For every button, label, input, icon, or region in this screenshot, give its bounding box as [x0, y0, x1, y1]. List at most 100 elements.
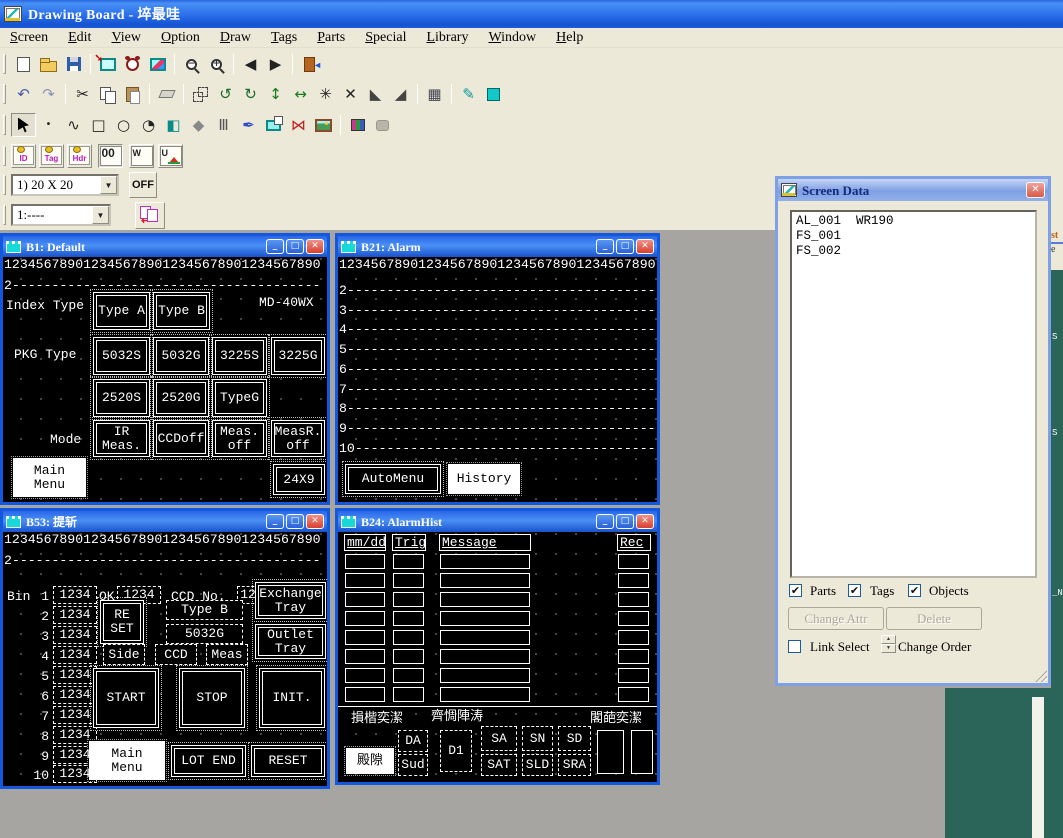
screen-copy-button[interactable] — [261, 113, 286, 137]
screen-data-close-button[interactable]: ✕ — [1026, 182, 1045, 198]
main-menu-button[interactable]: Main Menu — [13, 458, 86, 497]
pkg-2520g-button[interactable]: 2520G — [153, 379, 209, 417]
mode-measr-off-button[interactable]: MeasR. off — [271, 420, 325, 457]
objects-checkbox[interactable]: ✔ — [908, 584, 921, 597]
history-button[interactable]: History — [448, 464, 520, 494]
delete-button[interactable]: Delete — [886, 607, 982, 630]
save-button[interactable] — [61, 52, 86, 76]
corner-tool-a-button[interactable]: ◣ — [363, 82, 388, 106]
polygon-tool-button[interactable]: ◆ — [186, 113, 211, 137]
pkg-2520s-button[interactable]: 2520S — [93, 379, 150, 417]
menu-option[interactable]: Option — [151, 29, 210, 47]
mirror-vertical-button[interactable]: ↕ — [263, 82, 288, 106]
b24-maximize-button[interactable]: □ — [616, 514, 634, 529]
pkg-3225g-button[interactable]: 3225G — [271, 337, 325, 375]
duplicate-button[interactable] — [188, 82, 213, 106]
b21-close-button[interactable]: ✕ — [636, 239, 654, 254]
white-cjk-button[interactable]: 殿隙 — [346, 748, 394, 774]
sd-button[interactable]: SD — [558, 726, 591, 751]
menu-parts[interactable]: Parts — [307, 29, 355, 47]
dot-tool-button[interactable]: • — [36, 113, 61, 137]
sn-button[interactable]: SN — [522, 726, 553, 751]
b21-canvas[interactable]: 1234567890123456789012345678901234567890… — [338, 257, 657, 502]
menu-special[interactable]: Special — [355, 29, 416, 47]
arc-tool-button[interactable]: ◔ — [136, 113, 161, 137]
reset-2line-button[interactable]: RE SET — [100, 600, 144, 644]
bin-value-box[interactable]: 1234 — [53, 706, 97, 724]
mode-ir-meas-button[interactable]: IR Meas. — [93, 420, 150, 457]
list-item[interactable]: FS_001 — [796, 229, 1031, 244]
parts-checkbox[interactable]: ✔ — [789, 584, 802, 597]
sld-button[interactable]: SLD — [522, 754, 553, 776]
snap-off-toggle-button[interactable]: OFF — [129, 172, 157, 198]
menu-draw[interactable]: Draw — [210, 29, 261, 47]
bin-value-box[interactable]: 1234 — [53, 626, 97, 644]
reset-button[interactable]: RESET — [251, 745, 325, 777]
app-titlebar[interactable]: Drawing Board - 埣最哇 — [0, 0, 1063, 28]
fill-tool-button[interactable]: ◧ — [161, 113, 186, 137]
rotate-right-button[interactable]: ↻ — [238, 82, 263, 106]
load-mark-button[interactable]: ⋈ — [286, 113, 311, 137]
tags-checkbox[interactable]: ✔ — [848, 584, 861, 597]
redo-button[interactable]: ↷ — [36, 82, 61, 106]
screen-level-combobox[interactable]: 1:---- ▼ — [11, 204, 111, 226]
b1-canvas[interactable]: 1234567890123456789012345678901234567890… — [3, 257, 327, 502]
select-tool-button[interactable] — [11, 113, 36, 137]
edit-pen-button[interactable]: ✎ — [456, 82, 481, 106]
library-button[interactable] — [345, 113, 370, 137]
exit-button[interactable] — [297, 52, 322, 76]
type-b-box[interactable]: Type B — [166, 600, 243, 620]
b53-titlebar[interactable]: B53: 提斩 _ □ ✕ — [3, 511, 327, 532]
b53-canvas[interactable]: 1234567890123456789012345678901234567890… — [3, 532, 327, 786]
d1-button[interactable]: D1 — [440, 730, 472, 772]
mark-tool-button[interactable]: ✒ — [236, 113, 261, 137]
open-button[interactable] — [36, 52, 61, 76]
main-menu-button[interactable]: Main Menu — [89, 741, 165, 780]
change-screen-order-button[interactable]: ↵ — [135, 202, 165, 229]
grid-toggle-button[interactable]: 00 — [98, 144, 123, 168]
change-order-spinner[interactable]: ▲ ▼ — [881, 635, 896, 653]
menu-tags[interactable]: Tags — [261, 29, 307, 47]
toolbar-grip[interactable] — [3, 205, 6, 225]
sat-button[interactable]: SAT — [481, 754, 517, 776]
screen-combo-dropdown-button[interactable]: ▼ — [92, 206, 109, 224]
b21-titlebar[interactable]: B21: Alarm _ □ ✕ — [338, 236, 657, 257]
5032g-box[interactable]: 5032G — [166, 624, 243, 644]
previous-screen-button[interactable]: ◀ — [238, 52, 263, 76]
exchange-tray-button[interactable]: Exchange Tray — [255, 582, 326, 619]
hdr-pin-button[interactable]: Hdr — [67, 144, 92, 168]
b24x9-button[interactable]: 24X9 — [273, 464, 325, 495]
copy-button[interactable] — [95, 82, 120, 106]
grid-combo-dropdown-button[interactable]: ▼ — [100, 176, 117, 194]
corner-tool-b-button[interactable]: ◢ — [388, 82, 413, 106]
b1-titlebar[interactable]: B1: Default _ □ ✕ — [3, 236, 327, 257]
menu-view[interactable]: View — [101, 29, 151, 47]
change-attr-button[interactable]: Change Attr — [788, 607, 884, 630]
side-button[interactable]: Side — [103, 644, 145, 665]
sud-button[interactable]: Sud — [398, 754, 428, 776]
auto-menu-button[interactable]: AutoMenu — [345, 464, 441, 494]
paste-button[interactable] — [120, 82, 145, 106]
group-button[interactable]: ▦ — [422, 82, 447, 106]
w-mark-button[interactable]: W — [129, 144, 154, 168]
enlarge-button[interactable]: ✕ — [338, 82, 363, 106]
alarm-button[interactable] — [120, 52, 145, 76]
new-screen-button[interactable] — [11, 52, 36, 76]
undo-button[interactable]: ↶ — [11, 82, 36, 106]
b24-close-button[interactable]: ✕ — [636, 514, 654, 529]
link-select-checkbox[interactable] — [788, 640, 801, 653]
start-button[interactable]: START — [93, 668, 159, 728]
pkg-3225s-button[interactable]: 3225S — [212, 337, 267, 375]
da-button[interactable]: DA — [398, 730, 428, 752]
outlet-tray-button[interactable]: Outlet Tray — [255, 624, 326, 659]
mode-meas-off-button[interactable]: Meas. off — [212, 420, 267, 457]
menu-help[interactable]: Help — [546, 29, 593, 47]
image-button[interactable] — [311, 113, 336, 137]
b21-maximize-button[interactable]: □ — [616, 239, 634, 254]
pkg-5032s-button[interactable]: 5032S — [93, 337, 150, 375]
toolbar-grip[interactable] — [3, 175, 6, 195]
next-screen-button[interactable]: ▶ — [263, 52, 288, 76]
mirror-horizontal-button[interactable]: ↔ — [288, 82, 313, 106]
meas-button[interactable]: Meas — [206, 644, 248, 665]
color-button[interactable] — [481, 82, 506, 106]
